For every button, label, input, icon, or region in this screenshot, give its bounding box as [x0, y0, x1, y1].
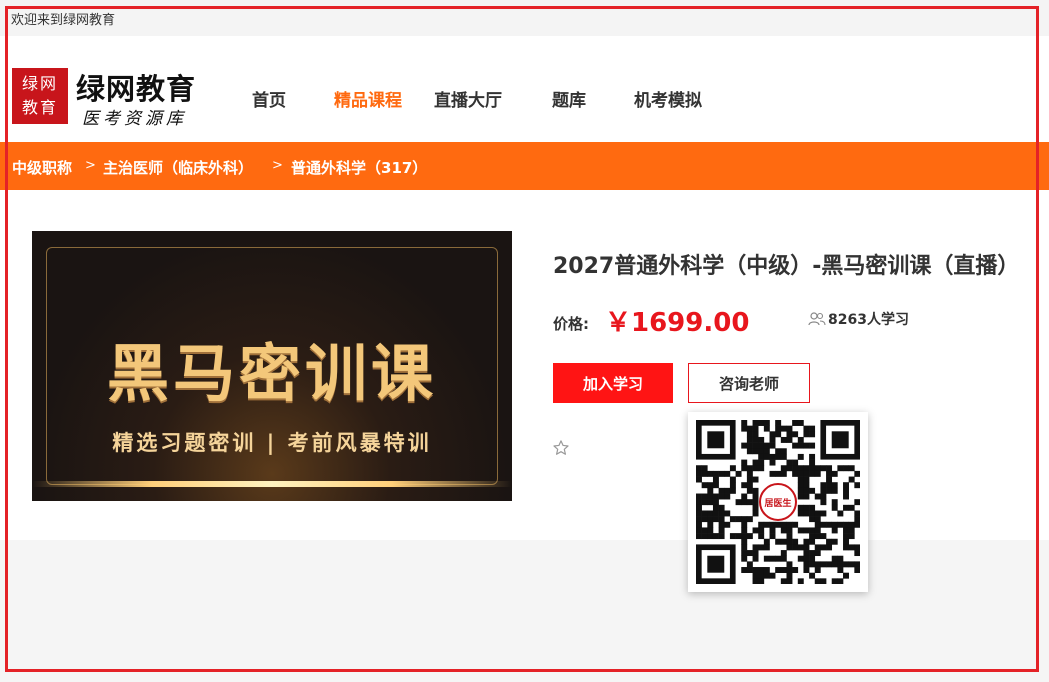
banner-glow — [32, 481, 512, 487]
course-banner[interactable]: 黑马密训课 精选习题密训 | 考前风暴特训 — [32, 231, 512, 501]
footer-band — [0, 540, 1049, 682]
logo-title[interactable]: 绿网教育 — [76, 66, 196, 108]
breadcrumb-item-level[interactable]: 中级职称 — [12, 157, 72, 178]
logo-seal[interactable]: 绿网 教育 — [12, 68, 68, 124]
logo-seal-line1: 绿网 — [21, 74, 58, 93]
breadcrumb-item-subject[interactable]: 普通外科学（317） — [291, 157, 427, 178]
logo-subtitle: 医考资源库 — [82, 109, 187, 129]
learner-count-text: 8263人学习 — [828, 312, 909, 328]
nav-item-courses[interactable]: 精品课程 — [334, 86, 402, 111]
price-value: ￥1699.00 — [605, 308, 750, 338]
breadcrumb-separator: > — [85, 158, 96, 173]
breadcrumb: 中级职称 > 主治医师（临床外科） > 普通外科学（317） — [0, 142, 1049, 190]
learner-count: 8263人学习 — [808, 309, 909, 329]
course-title: 2027普通外科学（中级）-黑马密训课（直播） — [553, 254, 1020, 279]
qr-center-label: 居医生 — [764, 497, 791, 509]
breadcrumb-separator: > — [272, 158, 283, 173]
nav-item-question-bank[interactable]: 题库 — [552, 86, 586, 111]
logo-seal-line2: 教育 — [21, 98, 58, 117]
users-icon — [808, 312, 826, 326]
banner-title: 黑马密训课 — [106, 337, 437, 410]
qr-code-popup: 居医生 — [688, 412, 868, 592]
top-bar: 欢迎来到绿网教育 — [0, 0, 1049, 36]
nav-item-live[interactable]: 直播大厅 — [434, 86, 502, 111]
star-outline-icon[interactable] — [552, 439, 570, 457]
price-label: 价格: — [553, 315, 589, 333]
banner-subtitle: 精选习题密训 | 考前风暴特训 — [112, 431, 432, 455]
site-header: 绿网 教育 绿网教育 医考资源库 首页 精品课程 直播大厅 题库 机考模拟 — [0, 36, 1049, 142]
qr-code-icon: 居医生 — [696, 420, 860, 584]
nav-item-home[interactable]: 首页 — [252, 86, 286, 111]
consult-teacher-button[interactable]: 咨询老师 — [688, 363, 810, 403]
nav-item-mock-exam[interactable]: 机考模拟 — [634, 86, 702, 111]
welcome-text: 欢迎来到绿网教育 — [11, 13, 116, 28]
join-course-button[interactable]: 加入学习 — [553, 363, 673, 403]
breadcrumb-item-category[interactable]: 主治医师（临床外科） — [103, 157, 253, 178]
